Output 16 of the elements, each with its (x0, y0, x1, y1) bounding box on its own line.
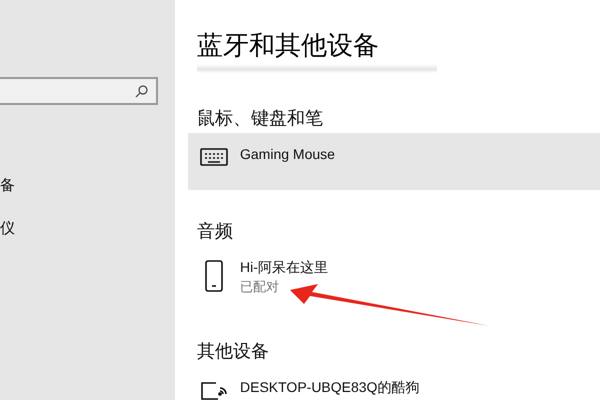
device-name: DESKTOP-UBQE83Q的酷狗 (240, 378, 420, 396)
section-heading: 鼠标、键盘和笔 (197, 107, 323, 129)
display-icon (200, 380, 228, 400)
device-item[interactable]: Gaming Mouse (188, 133, 600, 190)
keyboard-icon (200, 147, 228, 167)
device-status: 已配对 (240, 278, 279, 296)
phone-icon (205, 260, 223, 292)
page-title: 蓝牙和其他设备 (197, 29, 379, 62)
section-heading: 音频 (197, 220, 233, 242)
section-heading: 其他设备 (197, 340, 269, 362)
sidebar-item[interactable]: 仪 (0, 220, 15, 238)
device-name: Hi-阿呆在这里 (240, 258, 328, 276)
sidebar-item[interactable]: 备 (0, 177, 15, 195)
device-name: Gaming Mouse (240, 145, 335, 163)
search-field[interactable] (0, 77, 158, 105)
search-icon (135, 84, 148, 98)
